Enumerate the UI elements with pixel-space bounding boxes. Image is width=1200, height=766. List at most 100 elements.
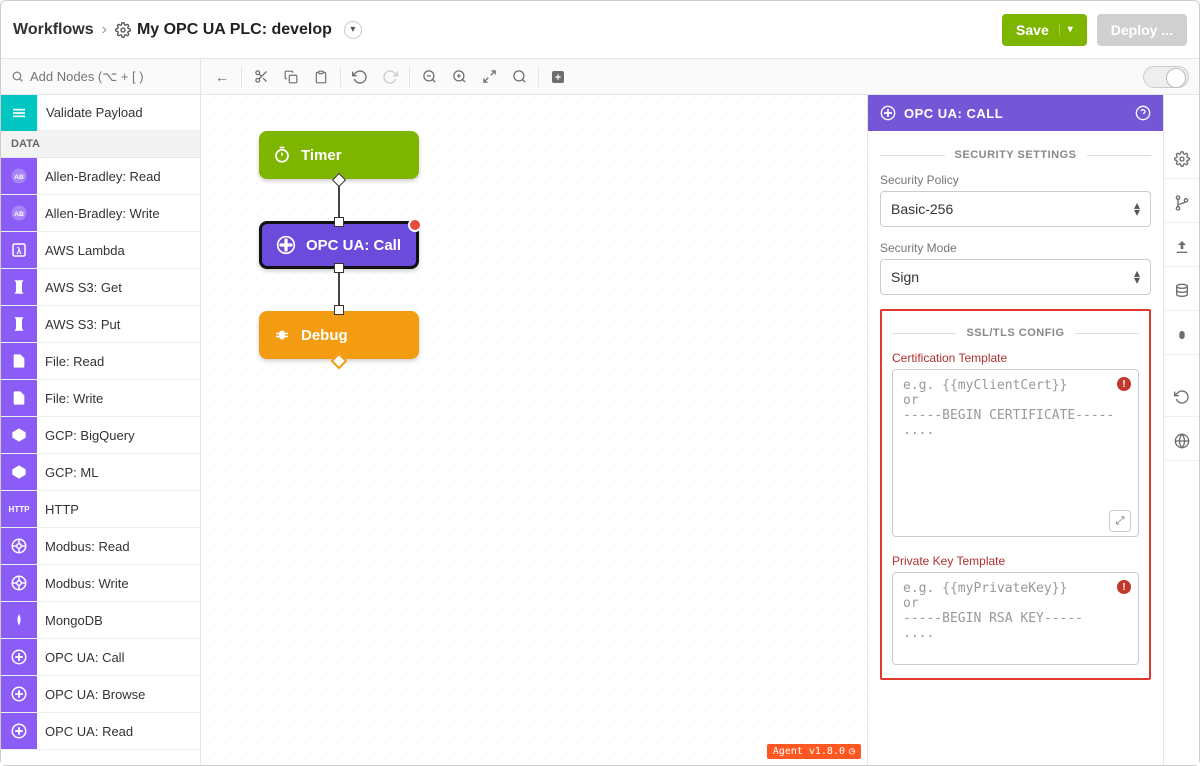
ab-icon: AB [1,158,37,194]
node-timer-label: Timer [301,147,342,164]
config-panel-title: OPC UA: CALL [904,106,1003,121]
palette-item-label: Modbus: Write [37,576,129,591]
workflow-canvas[interactable]: Timer OPC UA: Call Debug Agent v1.8.0 ◷ [201,95,867,765]
palette-item-label: AWS Lambda [37,243,125,258]
cert-template-label: Certification Template [892,351,1139,365]
expand-icon[interactable]: ⤢ [1109,510,1131,532]
palette-category-icon[interactable] [1,95,37,131]
agent-version-text: Agent v1.8.0 [773,746,845,757]
palette-item[interactable]: GCP: BigQuery [1,417,200,454]
palette-item[interactable]: ABAllen-Bradley: Write [1,195,200,232]
palette-item-label: Allen-Bradley: Write [37,206,160,221]
λ-icon: λ [1,232,37,268]
error-indicator-icon: ! [1117,377,1131,391]
node-palette: Validate Payload DATA ABAllen-Bradley: R… [1,95,201,765]
private-key-input[interactable] [892,572,1139,665]
branch-icon[interactable] [1164,183,1199,223]
palette-item[interactable]: OPC UA: Call [1,639,200,676]
palette-item[interactable]: OPC UA: Browse [1,676,200,713]
node-timer[interactable]: Timer [259,131,419,179]
select-arrows-icon: ▴▾ [1134,202,1140,216]
palette-top-item[interactable]: Validate Payload [37,95,200,131]
node-search[interactable] [1,59,201,94]
settings-icon[interactable] [1164,139,1199,179]
palette-item-label: OPC UA: Call [37,650,124,665]
palette-item-label: File: Read [37,354,104,369]
s3-icon [1,269,37,305]
undo-icon[interactable] [345,59,375,94]
history-icon[interactable] [1164,377,1199,417]
save-dropdown-icon[interactable]: ▾ [1059,24,1073,35]
input-handle[interactable] [334,217,344,227]
error-badge-icon [408,218,422,232]
f-icon [1,380,37,416]
palette-item-label: HTTP [37,502,79,517]
help-icon[interactable] [1135,105,1151,121]
save-button[interactable]: Save ▾ [1002,14,1087,46]
palette-item[interactable]: OPC UA: Read [1,713,200,750]
config-panel-header: OPC UA: CALL [868,95,1163,131]
zoom-out-icon[interactable] [414,59,444,94]
opc-icon [880,105,896,121]
palette-item[interactable]: AWS S3: Get [1,269,200,306]
palette-item[interactable]: HTTPHTTP [1,491,200,528]
cert-template-input[interactable] [892,369,1139,537]
svg-text:AB: AB [14,174,24,181]
copy-icon[interactable] [276,59,306,94]
output-handle[interactable] [334,263,344,273]
debug-rail-icon[interactable] [1164,315,1199,355]
palette-item[interactable]: λ AWS Lambda [1,232,200,269]
palette-item[interactable]: File: Read [1,343,200,380]
palette-item[interactable]: AWS S3: Put [1,306,200,343]
upload-icon[interactable] [1164,227,1199,267]
zoom-reset-icon[interactable] [504,59,534,94]
security-policy-select[interactable]: Basic-256 ▴▾ [880,191,1151,227]
input-handle[interactable] [334,305,344,315]
http-icon: HTTP [1,491,37,527]
zoom-in-icon[interactable] [444,59,474,94]
palette-item[interactable]: Modbus: Read [1,528,200,565]
svg-text:λ: λ [16,246,21,256]
clock-icon: ◷ [849,746,855,757]
node-opc-ua-call[interactable]: OPC UA: Call [259,221,419,269]
output-handle[interactable] [332,173,346,187]
palette-item[interactable]: Modbus: Write [1,565,200,602]
redo-icon[interactable] [375,59,405,94]
cut-icon[interactable] [246,59,276,94]
palette-item[interactable]: MongoDB [1,602,200,639]
mb-icon [1,565,37,601]
opc-icon [1,639,37,675]
security-mode-value: Sign [891,269,919,285]
node-debug[interactable]: Debug [259,311,419,359]
security-mode-select[interactable]: Sign ▴▾ [880,259,1151,295]
config-panel: OPC UA: CALL SECURITY SETTINGS Security … [867,95,1163,765]
node-search-input[interactable] [30,69,190,84]
title-dropdown-icon[interactable]: ▾ [344,21,362,39]
agent-version-badge: Agent v1.8.0 ◷ [767,744,861,759]
right-rail [1163,95,1199,765]
node-debug-label: Debug [301,327,348,344]
private-key-label: Private Key Template [892,554,1139,568]
security-policy-label: Security Policy [880,173,1151,187]
breadcrumb-root[interactable]: Workflows [13,21,94,39]
back-icon[interactable]: ← [207,59,237,94]
timer-icon [273,146,291,164]
fit-icon[interactable] [474,59,504,94]
deploy-button[interactable]: Deploy ... [1097,14,1187,46]
opc-icon [1,713,37,749]
palette-item-label: GCP: BigQuery [37,428,135,443]
toggle-switch[interactable] [1143,66,1189,88]
m-icon [1,602,37,638]
palette-item[interactable]: GCP: ML [1,454,200,491]
s3-icon [1,306,37,342]
add-node-icon[interactable] [543,59,573,94]
output-handle[interactable] [331,353,348,370]
palette-item[interactable]: File: Write [1,380,200,417]
paste-icon[interactable] [306,59,336,94]
palette-item[interactable]: ABAllen-Bradley: Read [1,158,200,195]
database-icon[interactable] [1164,271,1199,311]
palette-item-label: AWS S3: Put [37,317,120,332]
save-button-label: Save [1016,22,1049,38]
palette-item-label: OPC UA: Browse [37,687,145,702]
globe-icon[interactable] [1164,421,1199,461]
